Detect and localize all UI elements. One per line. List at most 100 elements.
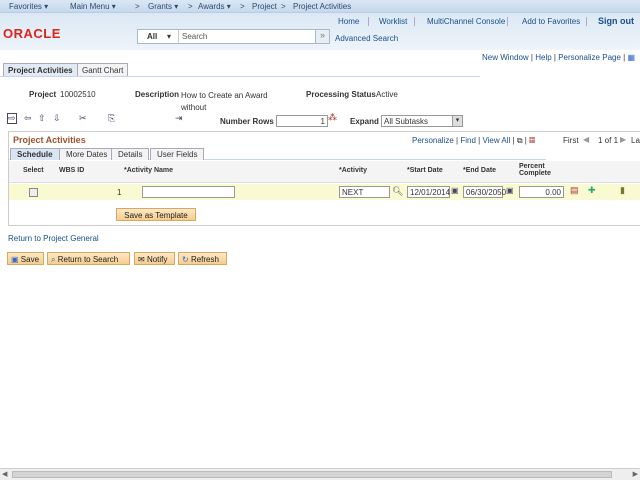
return-search-label: Return to Search [57, 255, 119, 264]
col-start-date: *Start Date [407, 167, 443, 174]
chevron-down-icon[interactable]: ▾ [167, 32, 171, 41]
sign-out-link[interactable]: Sign out [598, 16, 634, 26]
search-input[interactable]: Search [182, 32, 207, 41]
scroll-right-icon[interactable]: ▶ [633, 470, 638, 478]
save-as-template-button[interactable]: Save as Template [116, 208, 196, 221]
subtab-more-dates[interactable]: More Dates [59, 148, 115, 160]
grid-find-link[interactable]: Find [460, 136, 476, 145]
start-date-input[interactable]: 12/01/2014 [407, 186, 450, 198]
subtab-details[interactable]: Details [111, 148, 150, 160]
arrow-left-icon[interactable]: ⇦ [24, 113, 32, 124]
number-rows-label: Number Rows [220, 117, 274, 126]
search-bar: All ▾ Search [137, 29, 330, 44]
insert-rows-icon[interactable]: ⁂ [328, 112, 337, 123]
col-activity-name: *Activity Name [124, 167, 174, 174]
advanced-search-link[interactable]: Advanced Search [335, 34, 398, 43]
home-link[interactable]: Home [338, 17, 359, 26]
end-date-input[interactable]: 06/30/2050 [463, 186, 506, 198]
insert-icon[interactable]: ⇨ [7, 113, 17, 124]
subtab-schedule[interactable]: Schedule [10, 148, 60, 160]
indent-icon[interactable]: ⇥ [175, 113, 183, 124]
expand-label: Expand [350, 117, 379, 126]
calendar-icon[interactable]: ▣ [451, 186, 459, 195]
next-icon[interactable]: ▶ [620, 135, 626, 144]
refresh-icon: ↻ [182, 255, 189, 264]
breadcrumb-sep: > [281, 2, 286, 11]
tab-project-activities[interactable]: Project Activities [3, 63, 78, 76]
multichannel-console-link[interactable]: MultiChannel Console [427, 17, 505, 26]
grid-view-all-link[interactable]: View All [482, 136, 510, 145]
processing-status-value: Active [376, 90, 398, 99]
new-window-link[interactable]: New Window [482, 53, 529, 62]
cut-icon[interactable]: ✂ [79, 113, 87, 124]
horizontal-scrollbar[interactable]: ◀ ▶ [0, 468, 640, 480]
search-go-button[interactable]: » [315, 29, 330, 44]
breadcrumb-project[interactable]: Project [252, 2, 277, 11]
subtab-user-fields[interactable]: User Fields [150, 148, 205, 160]
activity-name-input[interactable] [142, 186, 235, 198]
search-icon[interactable]: 🔍︎ [392, 186, 403, 197]
layout-icon[interactable]: ▦ [627, 53, 635, 62]
breadcrumb-awards[interactable]: Awards ▾ [198, 2, 231, 11]
scroll-left-icon[interactable]: ◀ [2, 470, 7, 478]
col-percent-complete: Percent Complete [519, 163, 551, 177]
return-search-icon: ⌕ [51, 255, 56, 264]
page-links: New Window | Help | Personalize Page | ▦ [482, 53, 636, 62]
percent-complete-input[interactable]: 0.00 [519, 186, 564, 198]
top-nav: Favorites ▾ Main Menu ▾ > Grants ▾ > Awa… [0, 0, 640, 13]
last-label: La [631, 136, 640, 145]
save-label: Save [20, 255, 40, 264]
description-label: Description [135, 90, 180, 99]
chevron-down-icon[interactable]: ▾ [452, 116, 462, 126]
worklist-link[interactable]: Worklist [379, 17, 407, 26]
return-to-project-general-link[interactable]: Return to Project General [8, 234, 99, 243]
breadcrumb-grants[interactable]: Grants ▾ [148, 2, 178, 11]
scrollbar-thumb[interactable] [12, 471, 612, 478]
details-icon[interactable]: ▤ [570, 185, 579, 196]
arrow-down-icon[interactable]: ⇩ [53, 113, 61, 124]
breadcrumb-sep: > [240, 2, 245, 11]
number-rows-input[interactable]: 1 [276, 115, 328, 127]
save-button[interactable]: ▣ Save [7, 252, 44, 265]
description-value: How to Create an Award without [181, 91, 268, 112]
col-select: Select [23, 167, 44, 174]
breadcrumb-project-activities[interactable]: Project Activities [293, 2, 351, 11]
project-activities-grid: Project Activities Personalize | Find | … [8, 131, 640, 226]
return-to-search-button[interactable]: ⌕ Return to Search [47, 252, 130, 265]
expand-select[interactable]: All Subtasks ▾ [381, 115, 463, 127]
help-link[interactable]: Help [535, 53, 551, 62]
oracle-logo: ORACLE [3, 26, 61, 41]
refresh-button[interactable]: ↻ Refresh [178, 252, 227, 265]
wbs-id-value: 1 [117, 188, 122, 197]
first-label: First [563, 136, 579, 145]
grid-personalize-link[interactable]: Personalize [412, 136, 454, 145]
notify-button[interactable]: ✉ Notify [134, 252, 175, 265]
favorites-menu[interactable]: Favorites ▾ [9, 2, 48, 11]
download-icon[interactable]: ▦ [529, 136, 535, 145]
add-resource-icon[interactable]: ✚ [588, 185, 596, 196]
prev-icon[interactable]: ◀ [583, 135, 589, 144]
add-to-favorites-link[interactable]: Add to Favorites [522, 17, 580, 26]
expand-value: All Subtasks [384, 117, 429, 126]
search-scope-select[interactable]: All [147, 32, 157, 41]
project-label: Project [29, 90, 57, 99]
header: Home Worklist MultiChannel Console Add t… [0, 13, 640, 50]
zoom-icon[interactable]: ⧉ [517, 136, 523, 145]
notify-label: Notify [146, 255, 168, 264]
tab-gantt-chart[interactable]: Gantt Chart [77, 63, 129, 76]
grid-title: Project Activities [13, 135, 86, 145]
arrow-up-icon[interactable]: ⇧ [38, 113, 46, 124]
breadcrumb-sep: > [188, 2, 193, 11]
main-menu[interactable]: Main Menu ▾ [70, 2, 116, 11]
col-end-date: *End Date [463, 167, 497, 174]
personalize-page-link[interactable]: Personalize Page [558, 53, 621, 62]
save-icon: ▣ [11, 255, 19, 264]
calendar-icon[interactable]: ▣ [506, 186, 514, 195]
activity-input[interactable]: NEXT [339, 186, 390, 198]
row-count: 1 of 1 [598, 136, 619, 145]
notes-icon[interactable]: ▮ [620, 185, 625, 196]
select-checkbox[interactable] [29, 188, 38, 197]
breadcrumb-sep: > [135, 2, 140, 11]
col-wbs-id: WBS ID [59, 167, 85, 174]
paste-icon[interactable]: ⎘ [108, 113, 115, 124]
